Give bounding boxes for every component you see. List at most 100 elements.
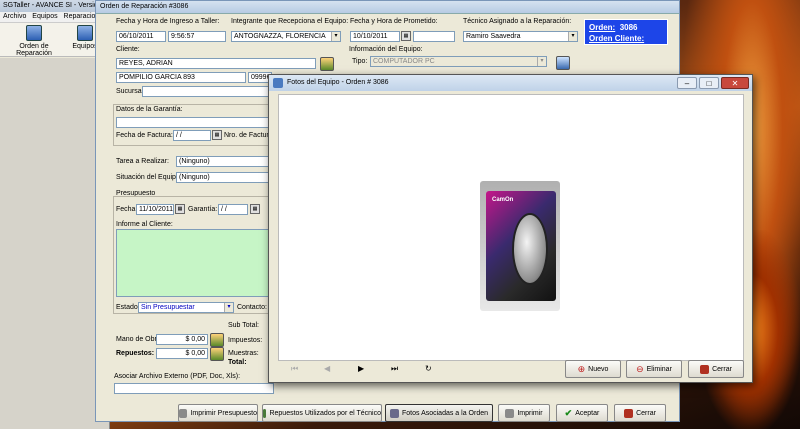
- computer-icon[interactable]: [556, 56, 570, 70]
- integrante-select[interactable]: ANTOGNAZZA, FLORENCIA ▾: [231, 31, 341, 42]
- fecha-prometido-field[interactable]: 10/10/2011: [350, 31, 400, 42]
- calendar-icon[interactable]: ▦: [401, 31, 411, 41]
- tipo-select[interactable]: COMPUTADOR PC ▾: [370, 56, 547, 67]
- muestras-label: Muestras:: [228, 350, 259, 357]
- aceptar-button[interactable]: ✔ Aceptar: [556, 404, 608, 422]
- fotos-asociadas-button[interactable]: Fotos Asociadas a la Orden: [385, 404, 493, 422]
- fecha-prometido-label: Fecha y Hora de Prometido:: [350, 18, 438, 25]
- mano-obra-field[interactable]: $ 0,00: [156, 334, 208, 345]
- client-search-icon[interactable]: [320, 57, 334, 71]
- fotos-asociadas-label: Fotos Asociadas a la Orden: [402, 409, 488, 417]
- delete-icon: ⊖: [636, 363, 644, 374]
- parts-icon[interactable]: [210, 347, 224, 361]
- first-photo-icon[interactable]: ⏮: [291, 364, 298, 374]
- equipment-photo: CamOn: [480, 181, 560, 311]
- tarea-label: Tarea a Realizar:: [116, 158, 169, 165]
- last-photo-icon[interactable]: ⏭: [391, 364, 398, 374]
- estado-value: Sin Presupuestar: [141, 304, 195, 311]
- repuestos-field[interactable]: $ 0,00: [156, 348, 208, 359]
- tipo-value: COMPUTADOR PC: [373, 58, 435, 65]
- fecha-ingreso-label: Fecha y Hora de Ingreso a Taller:: [116, 18, 220, 25]
- next-photo-icon[interactable]: ▶: [358, 364, 364, 373]
- prev-photo-icon[interactable]: ◀: [324, 364, 330, 373]
- sucursal-field[interactable]: [142, 86, 272, 97]
- fecha-presupuesto-label: Fecha:: [116, 206, 138, 213]
- calendar-icon[interactable]: ▦: [175, 204, 185, 214]
- photo-viewer[interactable]: CamOn: [278, 94, 744, 361]
- tarea-select[interactable]: (Ninguno): [176, 156, 272, 167]
- hora-prometido-field[interactable]: [413, 31, 455, 42]
- new-icon: ⊕: [577, 363, 586, 374]
- calculator-icon[interactable]: [210, 333, 224, 347]
- main-toolbar: Orden de Reparación Equipos: [0, 23, 109, 57]
- toolbar-repair-order-button[interactable]: Orden de Reparación: [2, 25, 66, 57]
- repair-order-icon: [26, 25, 42, 41]
- order-number-box: Orden: 3086 Orden Cliente:: [584, 19, 668, 45]
- estado-label: Estado:: [116, 304, 140, 311]
- info-equipo-label: Información del Equipo:: [349, 46, 423, 53]
- asociar-field[interactable]: [114, 383, 274, 394]
- orden-label[interactable]: Orden:: [589, 23, 615, 32]
- printer-icon: [505, 408, 515, 418]
- hora-ingreso-field[interactable]: 9:56:57: [168, 31, 226, 42]
- orden-number: 3086: [619, 23, 638, 32]
- imprimir-presupuesto-button[interactable]: Imprimir Presupuesto: [178, 404, 258, 422]
- photos-window: Fotos del Equipo - Orden # 3086 – □ ✕ Ca…: [268, 74, 753, 383]
- garantia-data-field[interactable]: [116, 117, 271, 128]
- cerrar-photos-button[interactable]: Cerrar: [688, 360, 744, 378]
- repuestos-utilizados-button[interactable]: Repuestos Utilizados por el Técnico: [262, 404, 382, 422]
- cerrar-photos-label: Cerrar: [712, 365, 732, 373]
- main-window-title: SGTaller - AVANCE SI - Versió: [0, 0, 109, 12]
- garantia-label: Datos de la Garantía:: [116, 106, 183, 113]
- calendar-icon[interactable]: ▦: [250, 204, 260, 214]
- eliminar-button[interactable]: ⊖ Eliminar: [626, 360, 682, 378]
- close-icon[interactable]: ✕: [721, 77, 749, 89]
- cerrar-order-label: Cerrar: [636, 409, 656, 417]
- cerrar-order-button[interactable]: Cerrar: [614, 404, 666, 422]
- maximize-icon[interactable]: □: [699, 77, 719, 89]
- minimize-icon[interactable]: –: [677, 77, 697, 89]
- chevron-down-icon: ▾: [224, 303, 233, 312]
- tecnico-label: Técnico Asignado a la Reparación:: [463, 18, 572, 25]
- cliente-field[interactable]: REYES, ADRIAN: [116, 58, 316, 69]
- imprimir-button[interactable]: Imprimir: [498, 404, 550, 422]
- photo-brand-text: CamOn: [492, 197, 514, 203]
- aceptar-label: Aceptar: [575, 409, 600, 417]
- orden-cliente-link[interactable]: Orden Cliente:: [589, 34, 644, 43]
- refresh-icon[interactable]: ↻: [425, 364, 432, 373]
- situacion-select[interactable]: (Ninguno): [176, 172, 272, 183]
- nuevo-label: Nuevo: [588, 365, 609, 373]
- exit-icon: [700, 364, 710, 374]
- asociar-label: Asociar Archivo Externo (PDF, Doc, Xls):: [114, 373, 241, 380]
- repuestos-utilizados-label: Repuestos Utilizados por el Técnico: [269, 409, 381, 417]
- imprimir-label: Imprimir: [517, 409, 543, 417]
- imprimir-presupuesto-label: Imprimir Presupuesto: [190, 409, 257, 417]
- informe-textarea[interactable]: [116, 229, 282, 297]
- equipment-icon: [77, 25, 93, 41]
- photos-window-titlebar: Fotos del Equipo - Orden # 3086 – □ ✕: [269, 75, 752, 91]
- direccion-field[interactable]: POMPILIO GARCIA 893: [116, 72, 246, 83]
- garantia-date-field[interactable]: / /: [218, 204, 248, 215]
- camera-icon: [390, 408, 399, 418]
- menu-equipos[interactable]: Equipos: [32, 13, 57, 20]
- tipo-label: Tipo:: [352, 58, 368, 65]
- order-window-title: Orden de Reparación #3086: [96, 1, 679, 14]
- toolbar-repair-order-label: Orden de Reparación: [16, 43, 52, 57]
- fecha-factura-field[interactable]: / /: [173, 130, 211, 141]
- repuestos-label: Repuestos:: [116, 350, 155, 357]
- garantia-field-label: Garantía:: [188, 206, 218, 213]
- printer-icon: [179, 408, 188, 418]
- fecha-presupuesto-field[interactable]: 11/10/2011: [136, 204, 174, 215]
- eliminar-label: Eliminar: [646, 365, 672, 373]
- estado-select[interactable]: Sin Presupuestar ▾: [138, 302, 234, 313]
- fecha-ingreso-field[interactable]: 06/10/2011: [116, 31, 166, 42]
- calendar-icon[interactable]: ▦: [212, 130, 222, 140]
- integrante-value: ANTOGNAZZA, FLORENCIA: [234, 33, 326, 40]
- cliente-label: Cliente:: [116, 46, 140, 53]
- tecnico-value: Ramiro Saavedra: [466, 33, 521, 40]
- tecnico-select[interactable]: Ramiro Saavedra ▾: [463, 31, 578, 42]
- nro-factura-label: Nro. de Factura:: [224, 132, 275, 139]
- menu-archivo[interactable]: Archivo: [3, 13, 26, 20]
- nuevo-button[interactable]: ⊕ Nuevo: [565, 360, 621, 378]
- main-app-window: SGTaller - AVANCE SI - Versió Archivo Eq…: [0, 0, 110, 429]
